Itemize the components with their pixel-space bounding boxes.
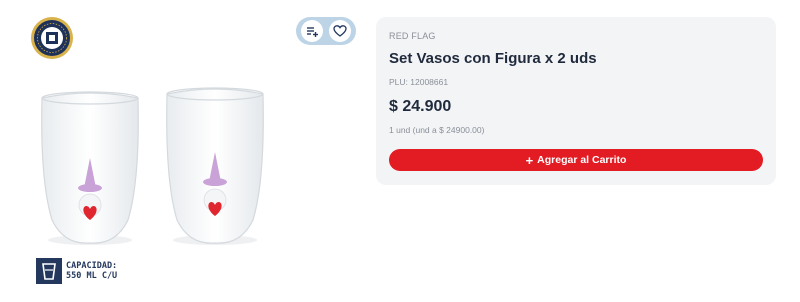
capacity-badge: CAPACIDAD: 550 ML C/U [36,258,146,286]
product-info-card: RED FLAG Set Vasos con Figura x 2 uds PL… [376,17,776,185]
product-title: Set Vasos con Figura x 2 uds [389,50,597,67]
add-to-cart-button[interactable]: + Agregar al Carrito [389,149,763,171]
capacity-text: CAPACIDAD: 550 ML C/U [66,261,146,281]
product-gallery: CAPACIDAD: 550 ML C/U [0,0,370,302]
product-actions [296,17,356,45]
capacity-value: 550 ML C/U [66,271,118,281]
plus-icon: + [525,152,534,168]
favorite-button[interactable] [329,20,351,42]
plu-code: PLU: 12008661 [389,77,449,87]
add-to-list-icon [307,27,318,37]
product-image [41,87,264,245]
heart-icon [333,25,347,37]
quality-seal-icon [30,16,74,60]
unit-price: 1 und (und a $ 24900.00) [389,125,485,135]
add-to-cart-label: Agregar al Carrito [537,154,627,166]
price: $ 24.900 [389,98,452,115]
add-to-list-button[interactable] [301,20,323,42]
brand-name[interactable]: RED FLAG [389,31,436,41]
capacity-label: CAPACIDAD: [66,261,118,271]
glass-capacity-icon [36,258,62,284]
